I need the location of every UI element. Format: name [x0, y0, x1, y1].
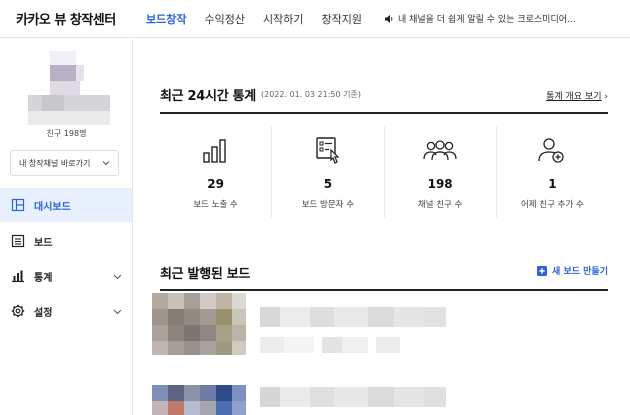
- channel-select-value: 내 창작채널 바로가기: [19, 158, 91, 168]
- stat-board-visitors: 5 보드 방문자 수: [271, 126, 383, 218]
- sidebar-item-label: 통계: [34, 272, 53, 284]
- chevron-right-icon: ›: [604, 92, 608, 102]
- stats-overview-link[interactable]: 통계 개요 보기 ›: [546, 89, 608, 102]
- main-nav: 보드창작 수익정산 시작하기 창작지원: [146, 11, 380, 27]
- board-thumbnail: [152, 385, 246, 415]
- new-board-label: 새 보드 만들기: [552, 267, 608, 277]
- dashboard-icon: [11, 198, 25, 212]
- chevron-down-icon[interactable]: [113, 307, 122, 316]
- stat-channel-friends: 198 채널 친구 수: [383, 126, 496, 218]
- sidebar-item-settings[interactable]: 설정: [0, 294, 132, 328]
- board-title-blurred: [260, 387, 446, 407]
- stat-new-friends-yesterday: 1 어제 친구 추가 수: [495, 126, 608, 218]
- stats-overview-link-label: 통계 개요 보기: [546, 92, 602, 102]
- nav-item-getting-started[interactable]: 시작하기: [263, 11, 303, 27]
- nav-item-board-create[interactable]: 보드창작: [146, 11, 186, 27]
- sidebar-item-label: 설정: [34, 307, 53, 319]
- stat-label: 어제 친구 추가 수: [520, 200, 584, 210]
- section-divider: [160, 289, 608, 291]
- notice-banner[interactable]: 내 채널을 더 쉽게 알릴 수 있는 크로스미디어…: [384, 12, 576, 25]
- stats-section-title: 최근 24시간 통계: [160, 89, 256, 104]
- friend-count: 친구 198명: [46, 129, 87, 138]
- board-thumbnail: [152, 293, 246, 355]
- board-row[interactable]: [152, 385, 608, 415]
- board-click-icon: [316, 137, 340, 164]
- stats-grid: 29 보드 노출 수 5 보드 방문자 수 198 채널 친구 수 1 어제 친…: [160, 126, 608, 218]
- nav-item-revenue[interactable]: 수익정산: [204, 11, 244, 27]
- new-board-button[interactable]: 새 보드 만들기: [537, 264, 608, 277]
- avatar: [28, 51, 110, 127]
- people-group-icon: [423, 140, 457, 161]
- sidebar-item-board[interactable]: 보드: [0, 224, 132, 258]
- gear-icon: [11, 304, 25, 318]
- stat-label: 보드 방문자 수: [301, 200, 355, 210]
- stat-label: 채널 친구 수: [417, 200, 463, 210]
- top-bar: 카카오 뷰 창작센터 보드창작 수익정산 시작하기 창작지원 내 채널을 더 쉽…: [0, 0, 630, 38]
- board-meta-blurred: [260, 337, 400, 353]
- channel-select[interactable]: 내 창작채널 바로가기: [10, 150, 119, 176]
- boards-section-title: 최근 발행된 보드: [160, 267, 251, 282]
- plus-square-icon: [537, 265, 548, 276]
- sidebar-item-label: 보드: [34, 237, 53, 249]
- bar-chart-icon: [12, 270, 24, 283]
- bar-chart-icon: [202, 139, 226, 163]
- chevron-down-icon[interactable]: [113, 272, 122, 281]
- stats-section-header: 최근 24시간 통계 (2022. 01. 03 21:50 기준) 통계 개요…: [160, 81, 608, 105]
- stat-value: 29: [207, 177, 224, 191]
- person-add-icon: [538, 138, 565, 163]
- nav-item-creator-support[interactable]: 창작지원: [321, 11, 361, 27]
- sidebar: 친구 198명 내 창작채널 바로가기 대시보드 보드 통계 설정: [0, 39, 133, 415]
- section-divider: [160, 112, 608, 114]
- sidebar-item-statistics[interactable]: 통계: [0, 259, 132, 293]
- board-title-blurred: [260, 307, 446, 327]
- stat-value: 5: [323, 177, 333, 191]
- brand-logo[interactable]: 카카오 뷰 창작센터: [16, 9, 146, 28]
- stats-timestamp: (2022. 01. 03 21:50 기준): [261, 90, 361, 99]
- stat-label: 보드 노출 수: [193, 200, 238, 210]
- chevron-down-icon: [102, 161, 110, 166]
- notice-text: 내 채널을 더 쉽게 알릴 수 있는 크로스미디어…: [397, 15, 577, 25]
- board-row[interactable]: [152, 293, 608, 357]
- stat-board-impressions: 29 보드 노출 수: [160, 126, 271, 218]
- sidebar-item-label: 대시보드: [34, 201, 71, 213]
- stat-value: 198: [427, 177, 453, 191]
- sidebar-item-dashboard[interactable]: 대시보드: [0, 188, 132, 222]
- speaker-icon: [384, 14, 393, 23]
- stat-value: 1: [548, 177, 557, 191]
- board-list-icon: [11, 234, 25, 248]
